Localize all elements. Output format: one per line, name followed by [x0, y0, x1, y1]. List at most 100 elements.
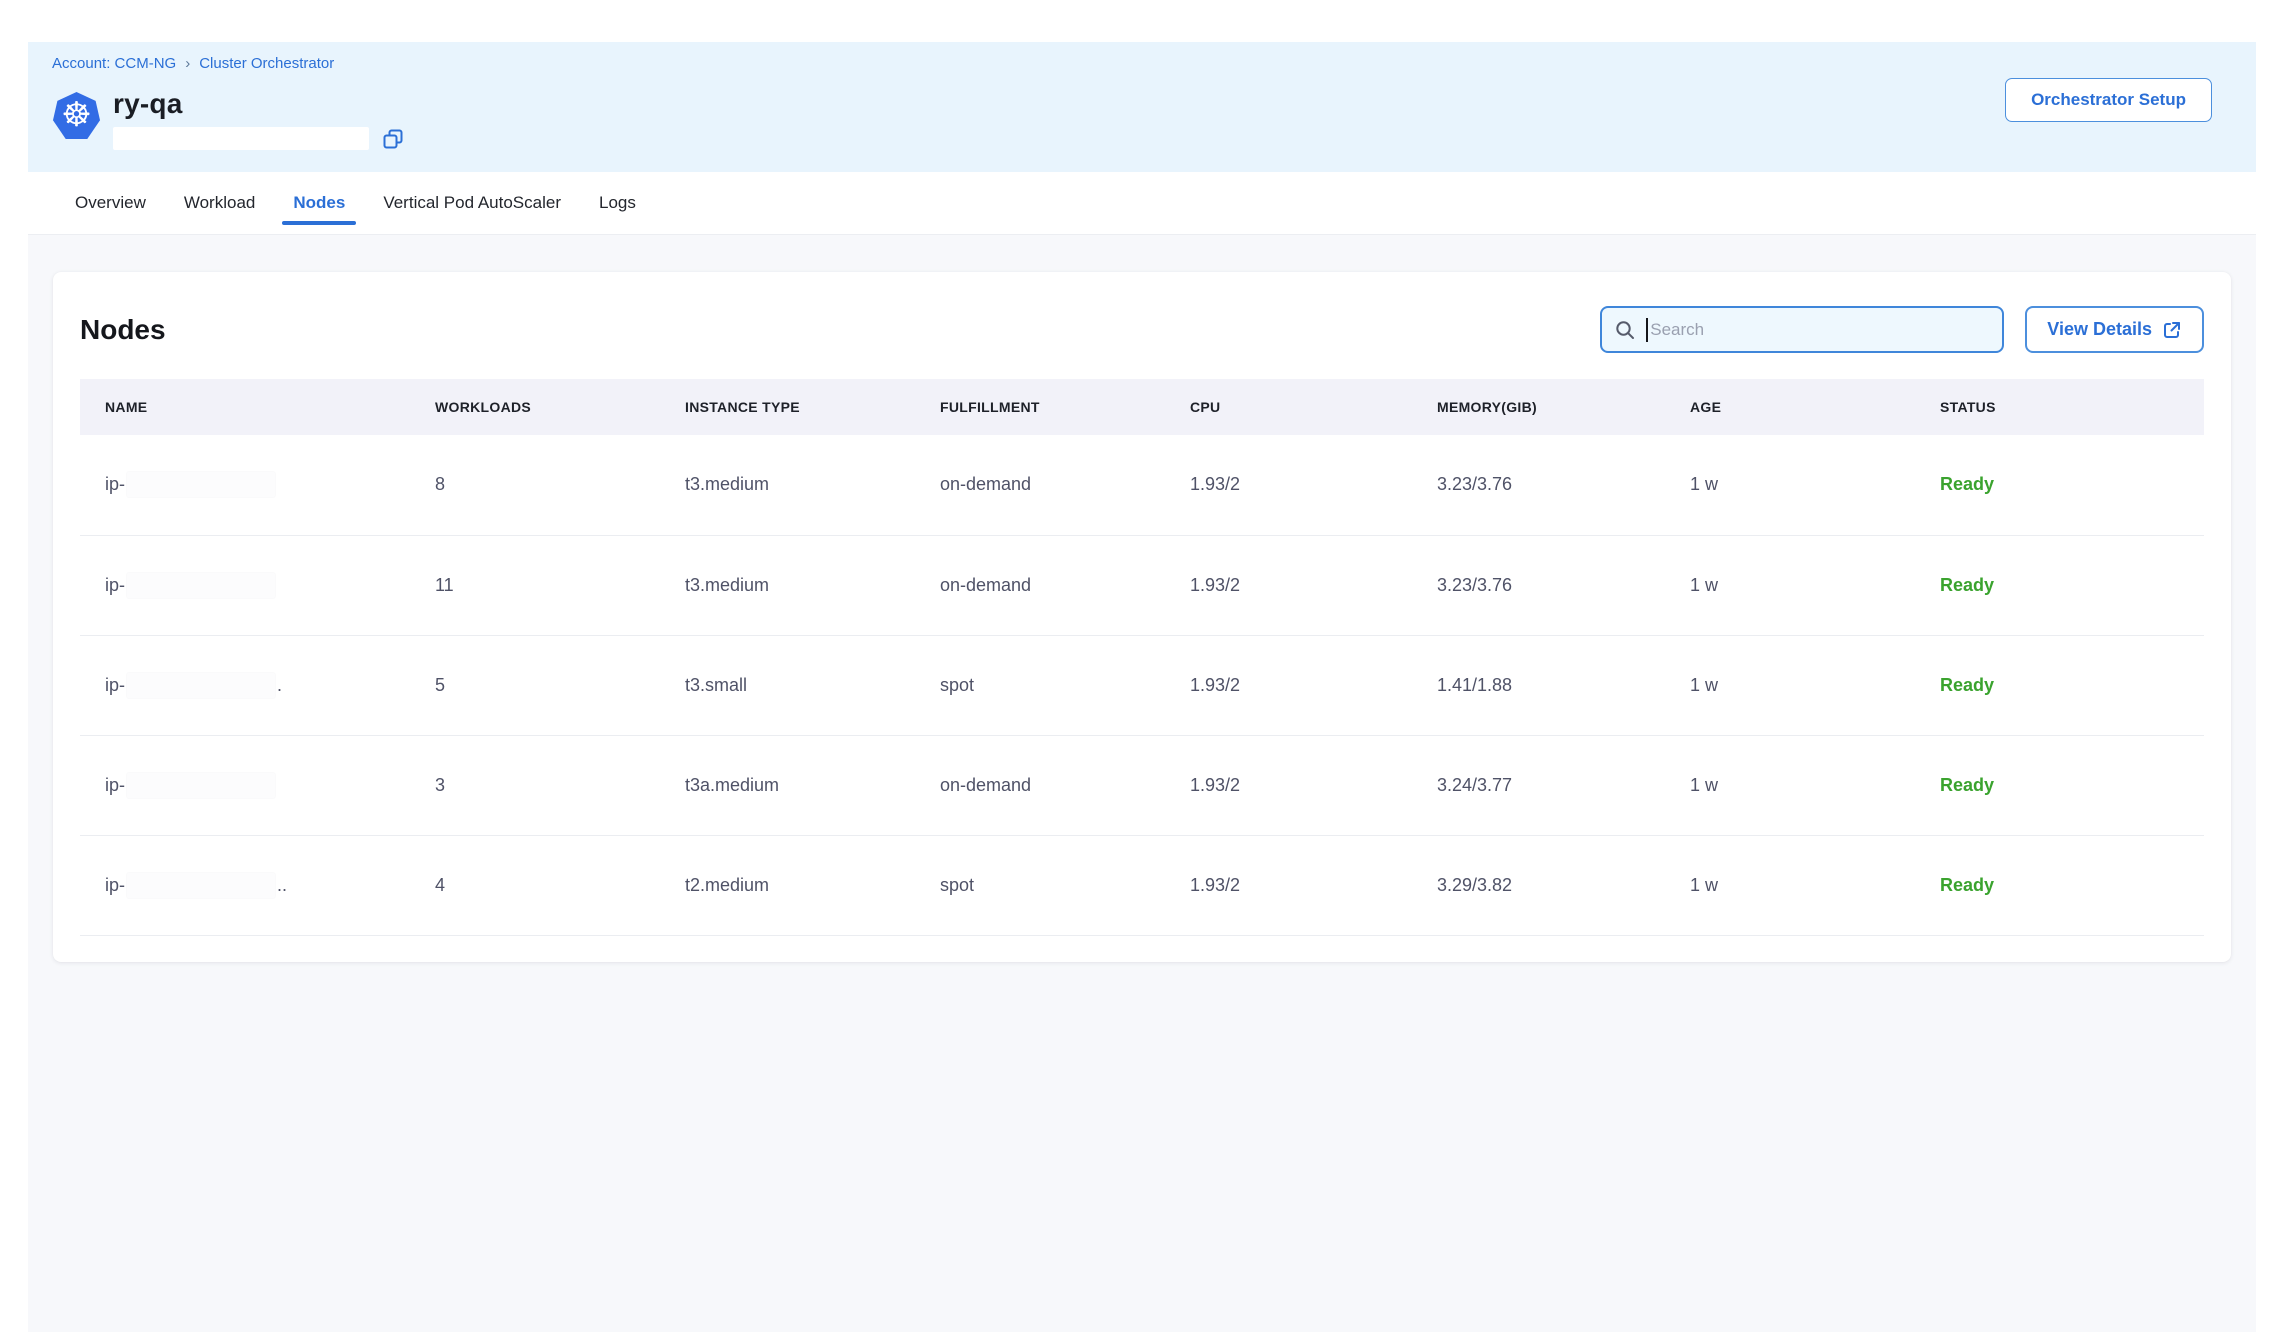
view-details-label: View Details	[2047, 319, 2152, 340]
tab-logs[interactable]: Logs	[597, 173, 638, 233]
orchestrator-setup-button[interactable]: Orchestrator Setup	[2005, 78, 2212, 122]
node-name-suffix: ..	[277, 875, 287, 896]
workloads-cell: 5	[410, 635, 660, 735]
node-name-cell: ip- .	[80, 635, 410, 735]
redacted-node-name	[127, 573, 275, 598]
status-badge: Ready	[1940, 575, 1994, 595]
fulfillment-cell: spot	[915, 635, 1165, 735]
instance-type-cell: t3a.medium	[660, 735, 915, 835]
breadcrumb-chevron-icon: ›	[185, 55, 190, 72]
redacted-node-name	[127, 472, 275, 497]
age-cell: 1 w	[1665, 835, 1915, 935]
memory-cell: 3.24/3.77	[1412, 735, 1665, 835]
instance-type-cell: t2.medium	[660, 835, 915, 935]
node-name-prefix: ip-	[105, 875, 125, 896]
fulfillment-cell: on-demand	[915, 735, 1165, 835]
memory-cell: 1.41/1.88	[1412, 635, 1665, 735]
breadcrumb-current-link[interactable]: Cluster Orchestrator	[199, 55, 334, 72]
age-cell: 1 w	[1665, 535, 1915, 635]
column-header-fulfillment: FULFILLMENT	[915, 379, 1165, 435]
cluster-title-row: ☸ ry-qa	[52, 88, 2232, 150]
node-name-prefix: ip-	[105, 775, 125, 796]
kubernetes-helm-glyph: ☸	[61, 98, 91, 132]
column-header-cpu: CPU	[1165, 379, 1412, 435]
table-row: ip- .. 4 t2.medium spot 1.93/2 3.29/3.82…	[80, 835, 2204, 935]
table-row: ip- 8 t3.medium on-demand 1.93/2 3.23/3.…	[80, 435, 2204, 535]
node-name-cell: ip-	[80, 435, 410, 535]
tab-bar: Overview Workload Nodes Vertical Pod Aut…	[28, 172, 2256, 235]
node-name-cell: ip-	[80, 735, 410, 835]
node-name-prefix: ip-	[105, 474, 125, 495]
fulfillment-cell: on-demand	[915, 435, 1165, 535]
search-box[interactable]	[1600, 306, 2004, 353]
column-header-instance-type: INSTANCE TYPE	[660, 379, 915, 435]
cpu-cell: 1.93/2	[1165, 835, 1412, 935]
status-badge: Ready	[1940, 875, 1994, 895]
search-icon	[1614, 319, 1636, 341]
cpu-cell: 1.93/2	[1165, 635, 1412, 735]
cluster-id-row	[113, 127, 404, 150]
table-row: ip- . 5 t3.small spot 1.93/2 1.41/1.88 1…	[80, 635, 2204, 735]
table-row: ip- 3 t3a.medium on-demand 1.93/2 3.24/3…	[80, 735, 2204, 835]
kubernetes-icon: ☸	[52, 92, 101, 139]
workloads-cell: 11	[410, 535, 660, 635]
nodes-panel-header: Nodes View Details	[80, 306, 2204, 353]
age-cell: 1 w	[1665, 635, 1915, 735]
instance-type-cell: t3.medium	[660, 535, 915, 635]
panel-actions: View Details	[1600, 306, 2204, 353]
tab-overview[interactable]: Overview	[73, 173, 148, 233]
fulfillment-cell: spot	[915, 835, 1165, 935]
status-badge: Ready	[1940, 775, 1994, 795]
memory-cell: 3.23/3.76	[1412, 535, 1665, 635]
age-cell: 1 w	[1665, 735, 1915, 835]
tab-workload[interactable]: Workload	[182, 173, 258, 233]
workloads-cell: 4	[410, 835, 660, 935]
column-header-name: NAME	[80, 379, 410, 435]
table-header: NAME WORKLOADS INSTANCE TYPE FULFILLMENT…	[80, 379, 2204, 435]
node-name-cell: ip- ..	[80, 835, 410, 935]
age-cell: 1 w	[1665, 435, 1915, 535]
tab-nodes[interactable]: Nodes	[291, 173, 347, 233]
column-header-status: STATUS	[1915, 379, 2204, 435]
redacted-node-name	[127, 773, 275, 798]
status-badge: Ready	[1940, 675, 1994, 695]
status-cell: Ready	[1915, 835, 2204, 935]
memory-cell: 3.23/3.76	[1412, 435, 1665, 535]
breadcrumb-account-link[interactable]: Account: CCM-NG	[52, 55, 176, 72]
column-header-memory: MEMORY(GIB)	[1412, 379, 1665, 435]
status-cell: Ready	[1915, 435, 2204, 535]
panel-title: Nodes	[80, 314, 166, 346]
status-cell: Ready	[1915, 635, 2204, 735]
app-frame: Account: CCM-NG › Cluster Orchestrator ☸…	[28, 42, 2256, 1332]
copy-icon[interactable]	[382, 128, 404, 150]
tab-vertical-pod-autoscaler[interactable]: Vertical Pod AutoScaler	[381, 173, 563, 233]
status-badge: Ready	[1940, 474, 1994, 494]
page-header: Account: CCM-NG › Cluster Orchestrator ☸…	[28, 42, 2256, 172]
redacted-cluster-id	[113, 127, 369, 150]
instance-type-cell: t3.medium	[660, 435, 915, 535]
workloads-cell: 3	[410, 735, 660, 835]
status-cell: Ready	[1915, 535, 2204, 635]
redacted-node-name	[127, 673, 275, 698]
table-row: ip- 11 t3.medium on-demand 1.93/2 3.23/3…	[80, 535, 2204, 635]
cpu-cell: 1.93/2	[1165, 535, 1412, 635]
cpu-cell: 1.93/2	[1165, 435, 1412, 535]
content-area: Nodes View Details	[28, 235, 2256, 1332]
cluster-title-col: ry-qa	[113, 88, 404, 150]
node-name-prefix: ip-	[105, 675, 125, 696]
status-cell: Ready	[1915, 735, 2204, 835]
nodes-table: NAME WORKLOADS INSTANCE TYPE FULFILLMENT…	[80, 379, 2204, 936]
column-header-workloads: WORKLOADS	[410, 379, 660, 435]
view-details-button[interactable]: View Details	[2025, 306, 2204, 353]
node-name-suffix: .	[277, 675, 282, 696]
external-link-icon	[2162, 320, 2182, 340]
fulfillment-cell: on-demand	[915, 535, 1165, 635]
column-header-age: AGE	[1665, 379, 1915, 435]
redacted-node-name	[127, 873, 275, 898]
search-input[interactable]	[1648, 320, 1990, 340]
node-name-prefix: ip-	[105, 575, 125, 596]
instance-type-cell: t3.small	[660, 635, 915, 735]
cpu-cell: 1.93/2	[1165, 735, 1412, 835]
workloads-cell: 8	[410, 435, 660, 535]
memory-cell: 3.29/3.82	[1412, 835, 1665, 935]
